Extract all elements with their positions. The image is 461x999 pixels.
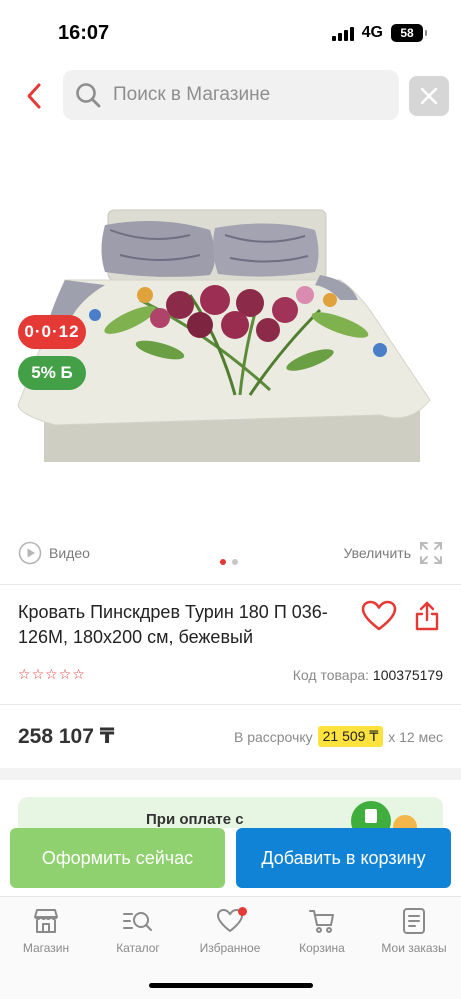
divider	[0, 584, 461, 585]
product-code-label: Код товара:	[292, 667, 370, 683]
action-bar: Оформить сейчас Добавить в корзину	[0, 828, 461, 890]
divider	[0, 704, 461, 705]
product-title-block: Кровать Пинскдрев Турин 180 П 036-126М, …	[18, 600, 348, 650]
installment-suffix: х 12 мес	[388, 728, 443, 745]
product-price: 258 107 ₸	[18, 725, 115, 748]
nav-item-orders[interactable]: Мои заказы	[369, 907, 459, 955]
zoom-button[interactable]: Увеличить	[343, 541, 443, 565]
expand-icon	[420, 542, 442, 564]
nav-item-catalog[interactable]: Каталог	[93, 907, 183, 955]
product-title: Кровать Пинскдрев Турин 180 П 036-126М, …	[18, 602, 328, 647]
product-code: Код товара: 100375179	[293, 667, 443, 683]
star-icon: ☆	[18, 666, 31, 682]
nav-item-cart[interactable]: Корзина	[277, 907, 367, 955]
clear-search-button[interactable]	[409, 76, 449, 116]
star-icon: ☆	[45, 666, 58, 682]
promo-text: При оплате с	[146, 811, 244, 828]
media-row: Видео Увеличить	[0, 538, 461, 568]
star-icon: ☆	[58, 666, 72, 682]
installment-amount: 21 509 ₸	[317, 726, 384, 747]
back-button[interactable]	[14, 76, 54, 116]
buy-now-button[interactable]: Оформить сейчас	[10, 828, 225, 888]
share-button[interactable]	[413, 600, 441, 637]
battery-icon: 58	[391, 24, 427, 42]
product-gallery[interactable]: 0·0·12 5% Б	[0, 140, 461, 530]
catalog-search-icon	[123, 912, 152, 931]
close-icon	[420, 87, 438, 105]
nav-item-shop[interactable]: Магазин	[1, 907, 91, 955]
search-box[interactable]	[63, 70, 399, 120]
installment-info[interactable]: В рассрочку 21 509 ₸ х 12 мес	[234, 726, 443, 747]
video-button[interactable]: Видео	[18, 541, 90, 565]
search-icon	[76, 83, 101, 108]
heart-icon	[361, 600, 397, 631]
video-label: Видео	[49, 545, 90, 561]
installment-prefix: В рассрочку	[233, 728, 313, 745]
notification-dot	[238, 907, 247, 916]
search-header	[0, 70, 461, 122]
bonus-badge: 5% Б	[18, 356, 86, 390]
play-icon	[18, 541, 42, 565]
nav-label-orders: Мои заказы	[381, 941, 447, 955]
orders-list-icon	[403, 908, 425, 934]
signal-icon	[331, 25, 354, 41]
star-icon: ☆	[72, 666, 85, 682]
zoom-label: Увеличить	[343, 545, 411, 561]
home-indicator[interactable]	[149, 983, 313, 988]
rating-stars[interactable]: ☆ ☆ ☆ ☆ ☆	[18, 666, 85, 683]
rating-row: ☆ ☆ ☆ ☆ ☆ Код товара: 100375179	[18, 666, 443, 686]
chevron-left-icon	[27, 83, 41, 109]
nav-label-cart: Корзина	[299, 941, 345, 955]
add-to-cart-button[interactable]: Добавить в корзину	[236, 828, 451, 888]
product-code-value: 100375179	[372, 667, 443, 683]
status-time: 16:07	[58, 22, 110, 44]
favorite-button[interactable]	[361, 600, 397, 637]
network-type: 4G	[361, 24, 383, 41]
star-icon: ☆	[31, 666, 45, 682]
status-bar: 16:07 4G 58	[0, 0, 461, 62]
slide-dot[interactable]	[232, 559, 238, 565]
slide-dot-active[interactable]	[220, 559, 226, 565]
bottom-nav: Магазин Каталог Избранное Корзина Мои за…	[0, 896, 461, 999]
timer-badge: 0·0·12	[18, 315, 86, 349]
cart-icon	[309, 910, 334, 933]
search-input[interactable]	[113, 84, 373, 106]
section-separator	[0, 768, 461, 780]
nav-label-shop: Магазин	[22, 941, 70, 955]
status-icons: 4G 58	[331, 24, 427, 42]
slide-indicator	[220, 559, 238, 565]
nav-label-catalog: Каталог	[116, 941, 160, 955]
store-icon	[34, 909, 58, 933]
price-row: 258 107 ₸ В рассрочку 21 509 ₸ х 12 мес	[18, 722, 443, 752]
nav-item-favorites[interactable]: Избранное	[185, 907, 275, 955]
nav-label-favorites: Избранное	[199, 941, 261, 955]
share-icon	[415, 601, 439, 631]
